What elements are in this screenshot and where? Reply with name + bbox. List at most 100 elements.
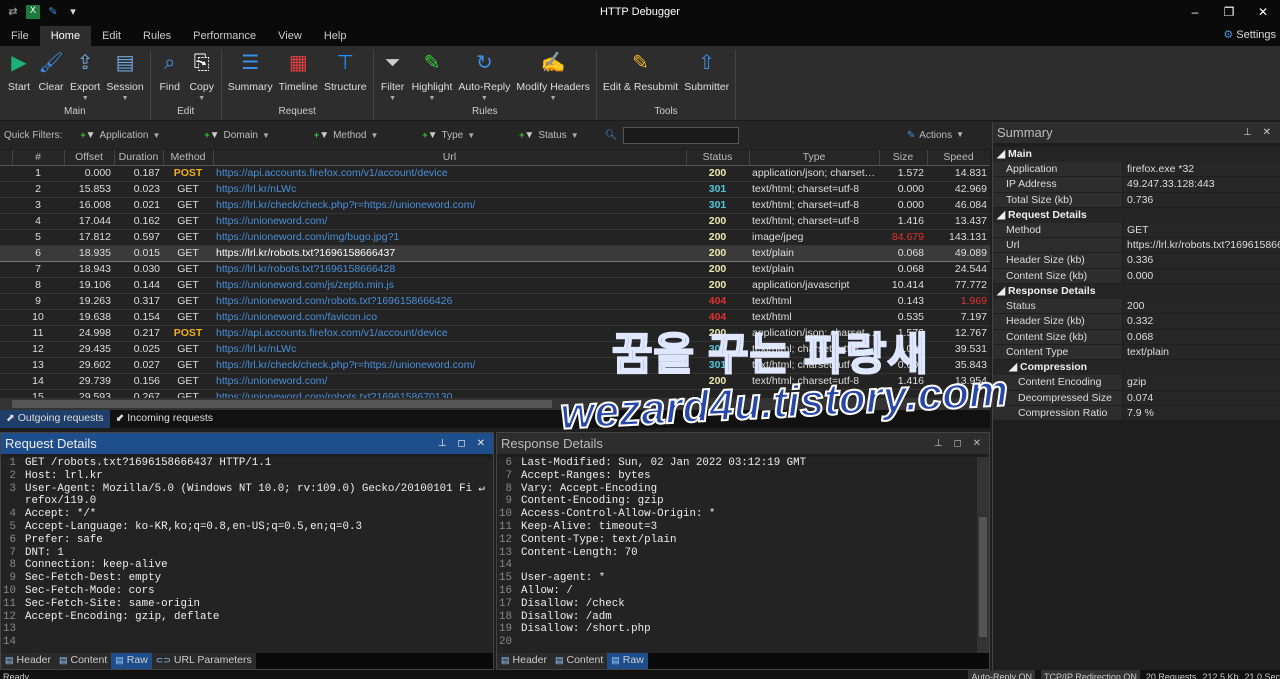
copy-button[interactable]: ⎘ Copy ▼ <box>186 50 218 106</box>
tab-header[interactable]: ▤ Header <box>1 653 55 669</box>
collapse-icon[interactable]: ◢ <box>1009 361 1020 373</box>
minimize-button[interactable]: – <box>1178 5 1212 19</box>
table-row[interactable]: 15 29.593 0.267 GET https://unioneword.com/r… <box>0 389 990 398</box>
column-header-offset[interactable]: Offset <box>64 150 115 166</box>
table-row[interactable]: 2 15.853 0.023 GET https://lrl.kr/nLWc 301 tex… <box>0 181 990 198</box>
cell-url[interactable]: https://unioneword.com/img/bugo.jpg?1 <box>213 229 686 246</box>
column-header-url[interactable]: Url <box>213 150 687 166</box>
tab-incoming-requests[interactable]: ⬋ Incoming requests <box>110 410 220 428</box>
cell-url[interactable]: https://unioneword.com/ <box>213 213 686 230</box>
quick-filter-method[interactable]: +▼ Method ▼ <box>314 130 378 141</box>
tab-content[interactable]: ▤ Content <box>54 653 112 669</box>
property-content-size-kb[interactable]: Content Size (kb) 0.068 <box>993 329 1280 345</box>
column-header-method[interactable]: Method <box>163 150 214 166</box>
tab-outgoing-requests[interactable]: ⬈ Outgoing requests <box>0 410 110 428</box>
cell-url[interactable]: https://unioneword.com/js/zepto.min.js <box>213 277 686 294</box>
timeline-button[interactable]: ▦ Timeline <box>276 50 321 106</box>
property-content-type[interactable]: Content Type text/plain <box>993 344 1280 361</box>
cell-url[interactable]: https://lrl.kr/robots.txt?1696158666437 <box>213 244 686 262</box>
tab-raw[interactable]: ▤ Raw <box>111 653 152 669</box>
quick-filter-search-input[interactable] <box>623 126 740 144</box>
response-raw-text[interactable]: 6 Last-Modified: Sun, 02 Jan 2022 03:12:1… <box>497 457 977 654</box>
collapse-icon[interactable]: ◢ <box>997 148 1008 160</box>
pane-controls[interactable]: ⊥ ◻ ✕ <box>438 438 489 449</box>
tab-home[interactable]: Home <box>39 26 92 46</box>
tab-content[interactable]: ▤ Content <box>550 653 608 669</box>
column-header-size[interactable]: Size <box>879 150 928 166</box>
quick-filter-domain[interactable]: +▼ Domain ▼ <box>204 130 270 141</box>
table-row[interactable]: 6 18.935 0.015 GET https://lrl.kr/robots.txt… <box>0 244 990 262</box>
column-header-status[interactable]: Status <box>686 150 750 166</box>
table-row[interactable]: 14 29.739 0.156 GET https://unioneword.com/2… <box>0 373 990 390</box>
clear-button[interactable]: 🖌︎ Clear <box>35 50 67 106</box>
cell-url[interactable]: https://lrl.kr/nLWc <box>213 341 686 358</box>
table-row[interactable]: 7 18.943 0.030 GET https://lrl.kr/robots.txt… <box>0 261 990 278</box>
brush-icon[interactable]: ✎ <box>46 5 60 19</box>
section-compression[interactable]: ◢ Compression <box>993 360 1280 376</box>
scrollbar-thumb[interactable] <box>12 400 552 408</box>
property-url[interactable]: Urlhttps://lrl.kr/robots.txt?16961586664… <box>993 238 1280 254</box>
request-raw-text[interactable]: 1 GET /robots.txt?1696158666437 HTTP/1.1 2… <box>1 457 493 654</box>
settings-button[interactable]: ⚙ Settings <box>1223 28 1276 41</box>
scrollbar-thumb[interactable] <box>979 517 987 637</box>
table-row[interactable]: 8 19.106 0.144 GET https://unioneword.com/js… <box>0 277 990 294</box>
property-method[interactable]: Method GET <box>993 222 1280 239</box>
panel-controls[interactable]: ⊥ ✕ <box>1243 127 1275 138</box>
table-row[interactable]: 4 17.044 0.162 GET https://unioneword.com/20… <box>0 213 990 230</box>
property-status[interactable]: Status 200 <box>993 299 1280 315</box>
table-row[interactable]: 13 29.602 0.027 GET https://lrl.kr/check/che… <box>0 357 990 374</box>
tab-raw[interactable]: ▤ Raw <box>607 653 648 669</box>
tab-view[interactable]: View <box>267 26 313 46</box>
collapse-icon[interactable]: ◢ <box>997 209 1008 221</box>
status-auto-reply-on[interactable]: Auto-Reply ON <box>968 670 1036 679</box>
quick-filter-type[interactable]: +▼ Type ▼ <box>422 130 475 141</box>
cell-url[interactable]: https://lrl.kr/check/check.php?r=https:/… <box>213 357 686 374</box>
table-row[interactable]: 1 0.000 0.187 POST https://api.accounts.fire… <box>0 165 990 182</box>
tab-edit[interactable]: Edit <box>91 26 132 46</box>
table-row[interactable]: 5 17.812 0.597 GET https://unioneword.com/im… <box>0 229 990 246</box>
property-compression-ratio[interactable]: Compression Ratio 7.9 % <box>993 405 1280 422</box>
quick-access-dropdown-icon[interactable]: ▾ <box>66 5 80 19</box>
property-ip-address[interactable]: IP Address 49.247.33.128:443 <box>993 177 1280 193</box>
find-button[interactable]: ⌕ Find <box>154 50 186 106</box>
property-decompressed-size-kb[interactable]: Decompressed Size (kb)0.074 <box>993 390 1280 419</box>
tab-file[interactable]: File <box>0 26 40 46</box>
column-header-speed[interactable]: Speed <box>927 150 990 166</box>
table-row[interactable]: 9 19.263 0.317 GET https://unioneword.com/ro… <box>0 293 990 310</box>
submitter-button[interactable]: ⇧ Submitter <box>681 50 732 106</box>
session-button[interactable]: ▤ Session ▼ <box>103 50 146 106</box>
cell-url[interactable]: https://lrl.kr/check/check.php?r=https:/… <box>213 197 686 214</box>
cell-url[interactable]: https://unioneword.com/robots.txt?169615… <box>213 293 686 310</box>
cell-url[interactable]: https://api.accounts.firefox.com/v1/acco… <box>213 325 686 342</box>
column-header-type[interactable]: Type <box>749 150 880 166</box>
section-request-details[interactable]: ◢ Request Details <box>993 207 1280 223</box>
pane-controls[interactable]: ⊥ ◻ ✕ <box>934 438 985 449</box>
table-row[interactable]: 3 16.008 0.021 GET https://lrl.kr/check/chec… <box>0 197 990 214</box>
tab-help[interactable]: Help <box>313 26 358 46</box>
edit-resubmit-button[interactable]: ✎ Edit & Resubmit <box>600 50 681 106</box>
column-header-duration[interactable]: Duration <box>114 150 164 166</box>
table-row[interactable]: 11 24.998 0.217 POST https://api.accounts.fi… <box>0 325 990 342</box>
tab-performance[interactable]: Performance <box>182 26 267 46</box>
table-row[interactable]: 12 29.435 0.025 GET https://lrl.kr/nLWc 301 te… <box>0 341 990 358</box>
summary-button[interactable]: ☰ Summary <box>225 50 276 106</box>
property-application[interactable]: Application firefox.exe *32 <box>993 162 1280 178</box>
excel-icon[interactable]: X <box>26 5 40 19</box>
modify-headers-button[interactable]: ✍ Modify Headers ▼ <box>513 50 593 106</box>
horizontal-scrollbar[interactable] <box>0 398 990 410</box>
close-button[interactable]: ✕ <box>1246 5 1280 19</box>
property-header-size-kb[interactable]: Header Size (kb) 0.332 <box>993 314 1280 330</box>
property-total-size-kb[interactable]: Total Size (kb) 0.736 <box>993 192 1280 208</box>
maximize-button[interactable]: ❐ <box>1212 5 1246 19</box>
actions-button[interactable]: ✎ Actions ▼ <box>907 130 964 141</box>
column-header-number[interactable]: # <box>12 150 65 166</box>
section-main[interactable]: ◢ Main <box>993 147 1280 162</box>
filter-button[interactable]: ⏷ Filter ▼ <box>377 50 409 106</box>
tab-rules[interactable]: Rules <box>132 26 182 46</box>
start-button[interactable]: ▶ Start <box>3 50 35 106</box>
quick-filter-application[interactable]: +▼ Application ▼ <box>80 130 160 141</box>
quick-filter-status[interactable]: +▼ Status ▼ <box>519 130 578 141</box>
cell-url[interactable]: https://lrl.kr/robots.txt?1696158666428 <box>213 261 686 278</box>
auto-reply-button[interactable]: ↻ Auto-Reply ▼ <box>455 50 513 106</box>
property-content-encoding[interactable]: Content Encoding gzip <box>993 375 1280 391</box>
